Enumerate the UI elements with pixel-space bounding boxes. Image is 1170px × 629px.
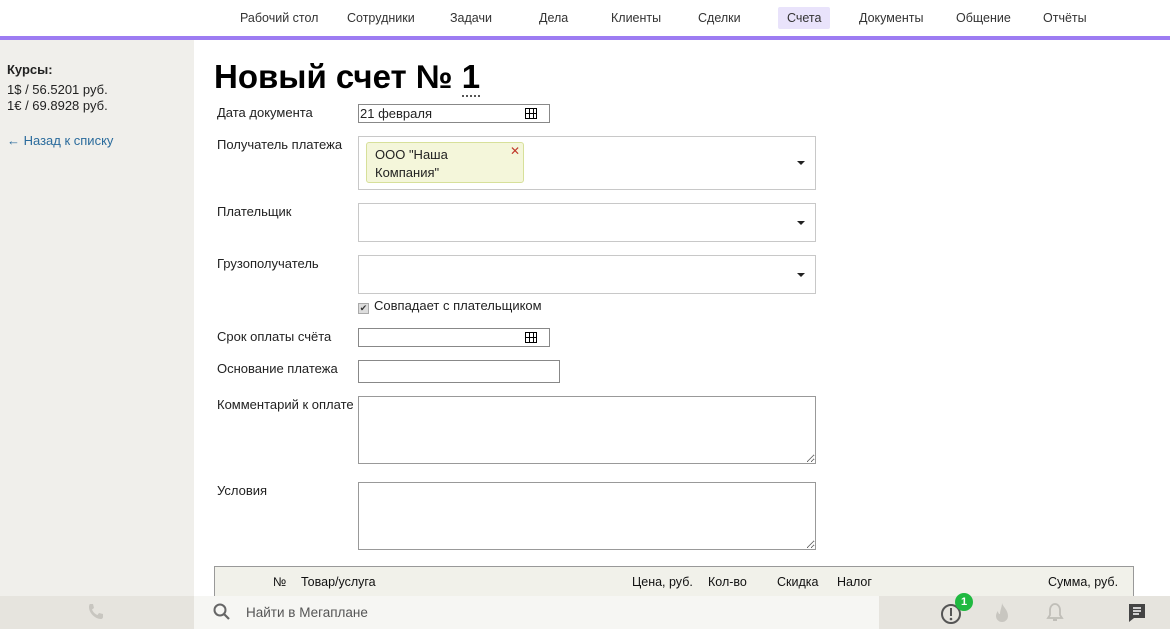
rate-eur: 1€ / 69.8928 руб. [7, 98, 108, 113]
search-icon [213, 603, 230, 620]
page-title: Новый счет № 1 [214, 58, 481, 97]
nav-documents[interactable]: Документы [850, 7, 932, 29]
col-discount: Скидка [777, 575, 819, 589]
nav-clients[interactable]: Клиенты [602, 7, 670, 29]
recipient-label: Получатель платежа [217, 137, 343, 152]
nav-tasks[interactable]: Задачи [441, 7, 501, 29]
due-date-label: Срок оплаты счёта [217, 329, 332, 344]
sidebar: Курсы: 1$ / 56.5201 руб. 1€ / 69.8928 ру… [0, 40, 194, 596]
payer-label: Плательщик [217, 204, 292, 219]
title-text: Новый счет № [214, 58, 453, 95]
remove-icon[interactable]: ✕ [510, 142, 520, 160]
chat-icon[interactable] [1127, 602, 1147, 624]
bottom-bar: Найти в Мегаплане 1 [0, 593, 1170, 629]
comment-textarea[interactable] [358, 396, 816, 464]
invoice-form: Новый счет № 1 Дата документа 21 февраля… [194, 40, 1170, 606]
same-as-payer-label: Совпадает с плательщиком [374, 298, 542, 313]
nav-deals-affairs[interactable]: Дела [530, 7, 577, 29]
chevron-down-icon[interactable] [797, 272, 805, 277]
col-sum: Сумма, руб. [1048, 575, 1119, 589]
fire-icon[interactable] [992, 602, 1012, 624]
payer-select[interactable] [358, 203, 816, 242]
invoice-number[interactable]: 1 [461, 58, 481, 97]
checkbox-checked-icon[interactable]: ✔ [358, 303, 369, 314]
same-as-payer-checkbox[interactable]: ✔ Совпадает с плательщиком [358, 298, 542, 314]
col-number: № [273, 575, 287, 589]
terms-label: Условия [217, 483, 268, 498]
search-input[interactable]: Найти в Мегаплане [194, 596, 879, 629]
rate-usd: 1$ / 56.5201 руб. [7, 82, 108, 97]
nav-desktop[interactable]: Рабочий стол [231, 7, 327, 29]
nav-invoices[interactable]: Счета [778, 7, 831, 29]
nav-reports[interactable]: Отчёты [1034, 7, 1096, 29]
col-price: Цена, руб. [632, 575, 693, 589]
consignee-select[interactable] [358, 255, 816, 294]
search-placeholder: Найти в Мегаплане [246, 605, 368, 620]
terms-textarea[interactable] [358, 482, 816, 550]
consignee-label: Грузополучатель [217, 256, 319, 271]
alerts-badge: 1 [955, 593, 973, 611]
due-date-input[interactable] [358, 328, 550, 347]
col-tax: Налог [837, 575, 872, 589]
bell-icon[interactable] [1045, 602, 1065, 624]
top-navigation: Рабочий стол Сотрудники Задачи Дела Клие… [0, 0, 1170, 36]
doc-date-label: Дата документа [217, 105, 313, 120]
rates-title: Курсы: [7, 62, 53, 77]
nav-deals[interactable]: Сделки [689, 7, 750, 29]
back-to-list-link[interactable]: ← Назад к списку [7, 133, 113, 148]
comment-label: Комментарий к оплате [217, 397, 354, 412]
recipient-select[interactable]: ООО "Наша Компания" ✕ [358, 136, 816, 190]
nav-communication[interactable]: Общение [947, 7, 1020, 29]
calendar-icon[interactable] [525, 332, 537, 343]
basis-input[interactable] [358, 360, 560, 383]
chevron-down-icon[interactable] [797, 161, 805, 165]
col-item: Товар/услуга [301, 575, 376, 589]
chevron-down-icon[interactable] [797, 220, 805, 225]
doc-date-value: 21 февраля [360, 106, 432, 121]
col-qty: Кол-во [708, 575, 747, 589]
phone-icon[interactable] [86, 602, 106, 622]
recipient-tag: ООО "Наша Компания" ✕ [366, 142, 524, 183]
basis-label: Основание платежа [217, 361, 338, 376]
doc-date-input[interactable]: 21 февраля [358, 104, 550, 123]
recipient-value: ООО "Наша Компания" [375, 147, 448, 180]
calendar-icon[interactable] [525, 108, 537, 119]
nav-employees[interactable]: Сотрудники [338, 7, 424, 29]
